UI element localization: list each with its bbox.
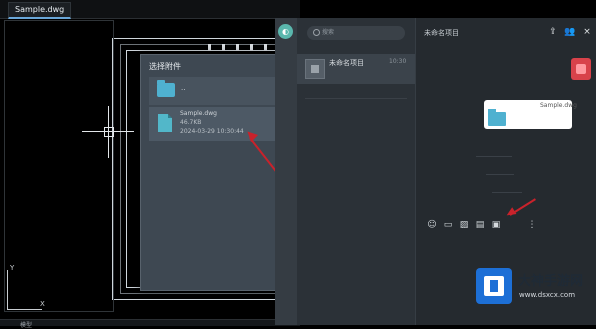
divider <box>305 98 407 99</box>
watermark-title: 大神手游网 <box>518 274 584 289</box>
screen-icon[interactable]: ▣ <box>490 219 502 231</box>
ucs-y-label: Y <box>10 264 15 272</box>
close-panel-icon[interactable]: × <box>582 27 592 37</box>
session-item[interactable]: 未命名项目 10:30 <box>297 54 415 84</box>
file-date: 2024-03-29 10:30:44 <box>180 128 244 135</box>
ghost-message <box>486 174 514 175</box>
session-list: 搜索 + 未命名项目 10:30 <box>297 18 428 325</box>
ghost-message <box>476 156 512 157</box>
cursor-pickbox <box>104 127 114 137</box>
document-tab[interactable]: Sample.dwg <box>8 2 72 19</box>
drawing-outline <box>4 20 114 312</box>
ucs-x-label: X <box>40 300 45 308</box>
image-icon[interactable]: ▨ <box>458 219 470 231</box>
emoji-icon[interactable]: ☺ <box>426 219 438 231</box>
panel-nav-strip: ◐ <box>275 18 297 325</box>
session-avatar <box>305 59 325 79</box>
bubble-file-name: Sample.dwg <box>540 102 577 109</box>
file-size: 46.7KB <box>180 119 202 126</box>
session-name: 未命名项目 <box>329 59 364 67</box>
document-tabbar: Sample.dwg <box>0 0 300 19</box>
more-icon[interactable]: ⋮ <box>526 219 538 231</box>
message-bubble-file[interactable]: Sample.dwg <box>484 100 577 129</box>
dialog-title: 选择附件 <box>149 62 181 71</box>
folder-up-item[interactable]: .. <box>149 77 289 105</box>
search-icon <box>313 29 320 36</box>
export-icon[interactable]: ⇪ <box>548 27 558 37</box>
ghost-message <box>492 192 522 193</box>
ucs-axis-y <box>7 270 8 310</box>
watermark-url: www.dsxcx.com <box>519 291 576 299</box>
watermark-logo-inner <box>484 276 504 296</box>
message-toolbar: ☺ ▭ ▨ ▤ ▣ ⋮ <box>420 219 540 233</box>
chat-title: 未命名项目 <box>424 29 459 37</box>
search-input[interactable]: 搜索 <box>307 26 405 40</box>
file-folder-icon <box>488 109 506 126</box>
app-logo-icon[interactable]: ◐ <box>278 24 293 39</box>
search-placeholder: 搜索 <box>322 29 335 36</box>
folder-label: .. <box>181 84 186 92</box>
frame-tick-mark <box>264 44 267 51</box>
folder-icon <box>157 80 175 97</box>
frame-tick-mark <box>208 44 211 51</box>
file-icon <box>158 114 172 132</box>
session-time: 10:30 <box>389 58 407 65</box>
watermark-logo-icon <box>476 268 512 304</box>
members-icon[interactable]: 👥 <box>564 27 575 37</box>
frame-tick-mark <box>250 44 253 51</box>
folder-icon[interactable]: ▭ <box>442 219 454 231</box>
file-name: Sample.dwg <box>180 110 217 117</box>
notification-badge-icon[interactable] <box>571 58 591 80</box>
ucs-axis-x <box>7 309 42 310</box>
frame-tick-mark <box>222 44 225 51</box>
document-icon[interactable]: ▤ <box>474 219 486 231</box>
frame-tick-mark <box>236 44 239 51</box>
file-item-sample[interactable]: Sample.dwg 46.7KB 2024-03-29 10:30:44 <box>149 107 289 141</box>
